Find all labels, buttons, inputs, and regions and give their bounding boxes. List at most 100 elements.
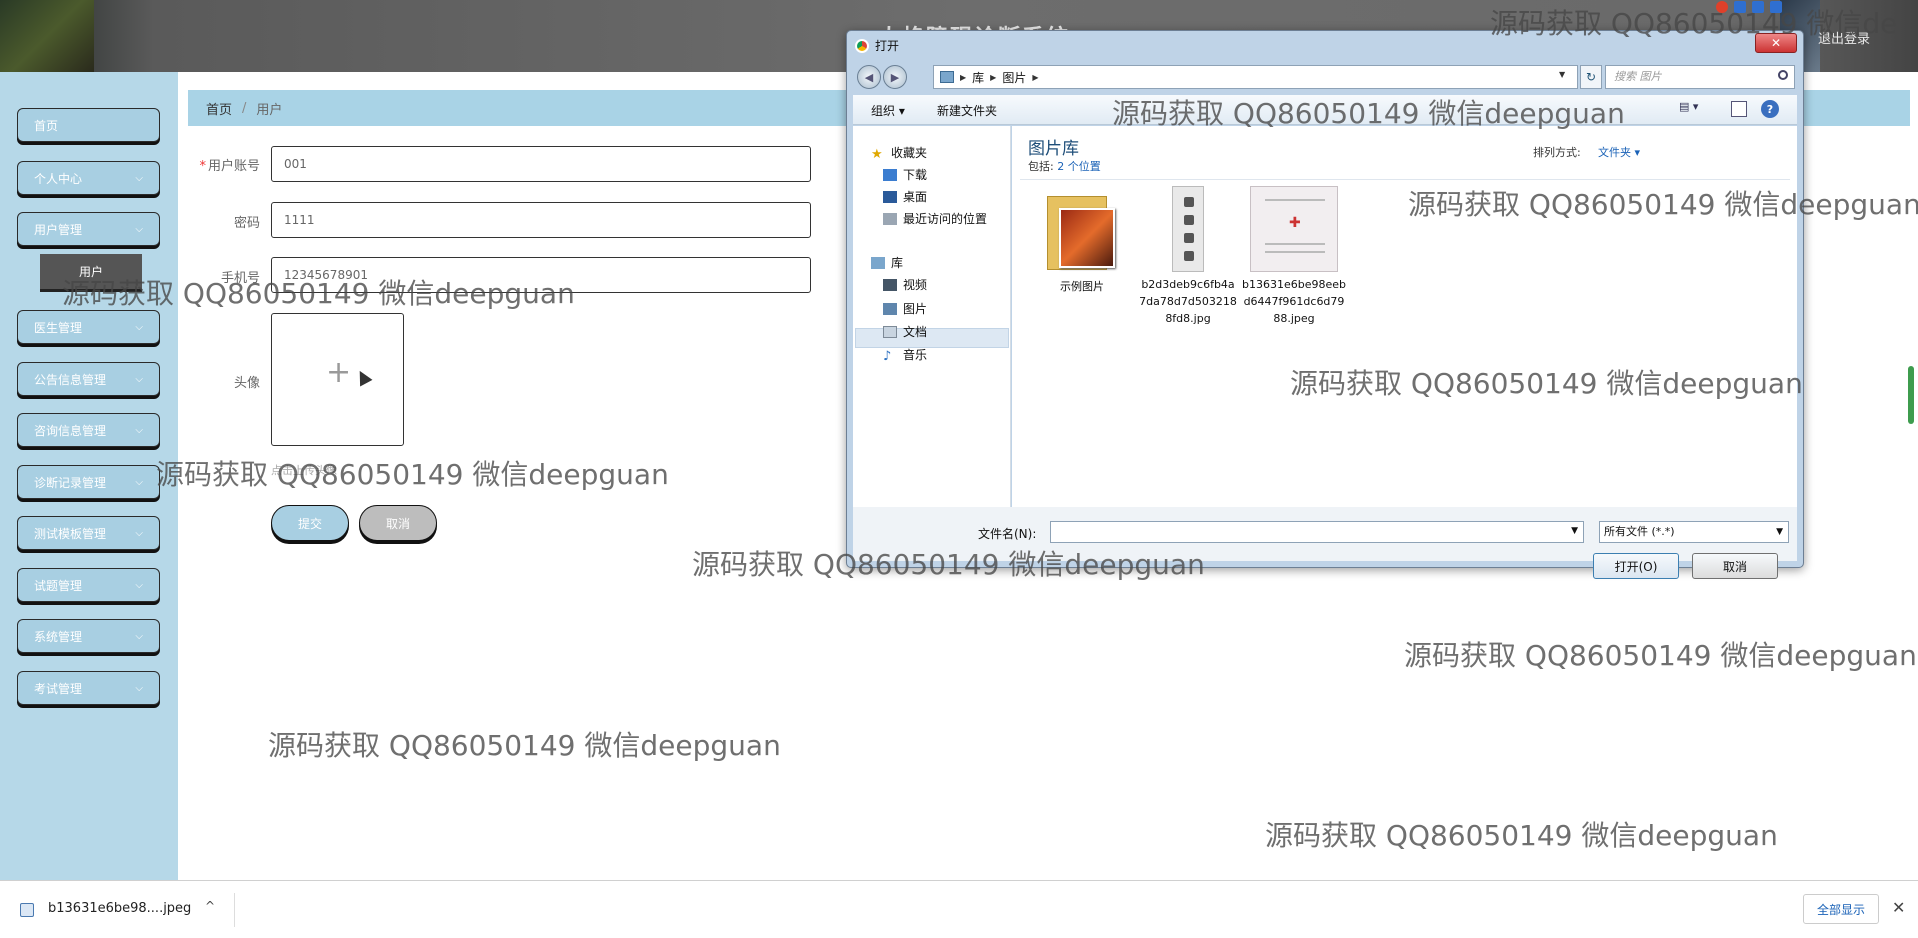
address-bar[interactable]: ▶ 库 ▶ 图片 ▶	[933, 65, 1578, 89]
tree-label: 桌面	[903, 190, 928, 204]
video-icon	[883, 278, 897, 291]
filename-input[interactable]: ▼	[1050, 521, 1584, 543]
navigation-pane: ★ 收藏夹 下载 桌面 最近访问的位置 库 视频 图片 文档 ♪ 音乐	[853, 126, 1011, 507]
chrome-icon	[855, 38, 869, 53]
submit-button[interactable]: 提交	[271, 505, 349, 541]
tree-pictures[interactable]: 图片	[883, 300, 927, 317]
address-segment[interactable]: 图片	[1002, 69, 1026, 86]
sidebar-item-doctor-management[interactable]: 医生管理 ⌵	[17, 310, 160, 344]
keyboard-icon	[1770, 1, 1782, 13]
file-item-folder[interactable]: 示例图片	[1033, 186, 1131, 295]
sidebar-item-diagnosis-management[interactable]: 诊断记录管理 ⌵	[17, 465, 160, 499]
phone-input[interactable]: 12345678901	[271, 257, 811, 293]
dialog-cancel-button[interactable]: 取消	[1692, 553, 1778, 579]
cancel-button[interactable]: 取消	[359, 505, 437, 541]
tree-videos[interactable]: 视频	[883, 276, 927, 293]
download-file-name[interactable]: b13631e6be98....jpeg	[48, 901, 191, 916]
sidebar-item-exam-management[interactable]: 考试管理 ⌵	[17, 671, 160, 705]
breadcrumb-separator: /	[242, 100, 247, 116]
mic-icon	[1752, 1, 1764, 13]
includes-link[interactable]: 2 个位置	[1057, 160, 1101, 173]
avatar-hint: 点击上传头像	[271, 464, 337, 477]
account-label-text: 用户账号	[207, 159, 260, 174]
sidebar-item-label: 用户管理	[34, 222, 83, 237]
sidebar-item-system-management[interactable]: 系统管理 ⌵	[17, 619, 160, 653]
sidebar-subitem-user[interactable]: 用户	[40, 254, 142, 292]
dialog-close-button[interactable]: ✕	[1755, 33, 1797, 53]
glyph	[1184, 197, 1194, 207]
password-input[interactable]: 1111	[271, 202, 811, 238]
sidebar-item-label: 医生管理	[34, 320, 83, 335]
chevron-down-icon: ⌵	[135, 527, 143, 539]
desktop-icon	[883, 190, 897, 203]
chevron-down-icon: ⌵	[135, 476, 143, 488]
tree-recent[interactable]: 最近访问的位置	[883, 210, 987, 227]
organize-button[interactable]: 组织 ▾	[871, 102, 905, 119]
watermark: 源码获取 QQ86050149 微信deepguan	[1265, 819, 1778, 852]
back-arrow-icon[interactable]: ◀	[857, 65, 881, 89]
required-mark: *	[199, 159, 206, 174]
sidebar-item-template-management[interactable]: 测试模板管理 ⌵	[17, 516, 160, 550]
sidebar-item-label: 首页	[34, 118, 59, 133]
tree-music[interactable]: ♪ 音乐	[883, 346, 927, 364]
chevron-down-icon: ⌵	[135, 172, 143, 184]
sidebar-item-consult-management[interactable]: 咨询信息管理 ⌵	[17, 413, 160, 447]
sidebar-item-user-management[interactable]: 用户管理 ⌵	[17, 212, 160, 246]
logout-link[interactable]: 退出登录	[1818, 28, 1870, 47]
forward-arrow-icon[interactable]: ▶	[883, 65, 907, 89]
tree-documents[interactable]: 文档	[883, 323, 927, 340]
documents-icon	[883, 325, 897, 338]
filetype-select[interactable]: 所有文件 (*.*) ▼	[1599, 521, 1789, 543]
sort-dropdown[interactable]: 文件夹 ▾	[1598, 144, 1640, 160]
dropdown-arrow-icon[interactable]: ▼	[1571, 526, 1578, 536]
breadcrumb-home[interactable]: 首页	[206, 99, 232, 118]
new-folder-button[interactable]: 新建文件夹	[937, 102, 997, 119]
open-button[interactable]: 打开(O)	[1593, 553, 1679, 579]
address-dropdown-icon[interactable]: ▼	[1559, 70, 1565, 79]
divider	[234, 893, 235, 927]
sidebar-item-question-management[interactable]: 试题管理 ⌵	[17, 568, 160, 602]
breadcrumb-current: 用户	[256, 102, 283, 118]
tree-label: 图片	[903, 302, 928, 316]
sidebar-item-label: 试题管理	[34, 578, 83, 593]
chevron-up-icon[interactable]: ^	[205, 899, 215, 913]
system-tray	[1716, 0, 1782, 14]
image-thumbnail	[1172, 186, 1204, 272]
library-icon	[940, 71, 954, 83]
tree-label: 最近访问的位置	[903, 212, 988, 226]
search-input[interactable]: 搜索 图片	[1605, 65, 1795, 89]
tree-desktop[interactable]: 桌面	[883, 188, 927, 205]
preview-pane-icon[interactable]	[1731, 101, 1747, 117]
divider	[1020, 179, 1790, 180]
sidebar-item-notice-management[interactable]: 公告信息管理 ⌵	[17, 362, 160, 396]
filetype-value: 所有文件 (*.*)	[1604, 525, 1675, 538]
sidebar-item-label: 系统管理	[34, 629, 83, 644]
refresh-icon[interactable]: ↻	[1580, 65, 1602, 89]
view-options-icon[interactable]: ▤ ▾	[1679, 100, 1715, 120]
chevron-right-icon: ▶	[960, 72, 967, 82]
scrollbar-thumb[interactable]	[1908, 366, 1914, 424]
file-item-image[interactable]: ✚ b13631e6be98eebd6447f961dc6d7988.jpeg	[1242, 186, 1346, 327]
tree-libraries[interactable]: 库	[871, 254, 903, 271]
file-item-image[interactable]: b2d3deb9c6fb4a7da78d7d5032188fd8.jpg	[1139, 186, 1237, 327]
address-segment[interactable]: 库	[972, 69, 984, 86]
tree-label: 下载	[903, 168, 928, 182]
sidebar-item-label: 咨询信息管理	[34, 423, 107, 438]
account-input[interactable]: 001	[271, 146, 811, 182]
close-icon[interactable]: ✕	[1892, 898, 1905, 917]
open-file-dialog: 打开 ✕ ◀ ▶ ▶ 库 ▶ 图片 ▶ ▼ ↻ 搜索 图片 组织 ▾ 新建文件夹…	[846, 30, 1804, 579]
sidebar-item-home[interactable]: 首页	[17, 108, 160, 142]
chevron-right-icon: ▶	[1032, 72, 1039, 82]
sidebar-item-personal-center[interactable]: 个人中心 ⌵	[17, 161, 160, 195]
chevron-down-icon: ⌵	[135, 373, 143, 385]
account-label: * 用户账号	[168, 155, 260, 174]
sidebar-item-label: 测试模板管理	[34, 526, 107, 541]
show-all-button[interactable]: 全部显示	[1803, 894, 1879, 924]
chevron-down-icon: ⌵	[135, 424, 143, 436]
download-bar: b13631e6be98....jpeg ^ 全部显示 ✕	[0, 880, 1918, 938]
help-icon[interactable]: ?	[1761, 100, 1779, 118]
dialog-toolbar: 组织 ▾ 新建文件夹 ▤ ▾ ?	[853, 95, 1797, 125]
tree-favorites[interactable]: ★ 收藏夹	[871, 144, 927, 162]
avatar-upload[interactable]: +	[271, 313, 404, 446]
tree-download[interactable]: 下载	[883, 166, 927, 183]
